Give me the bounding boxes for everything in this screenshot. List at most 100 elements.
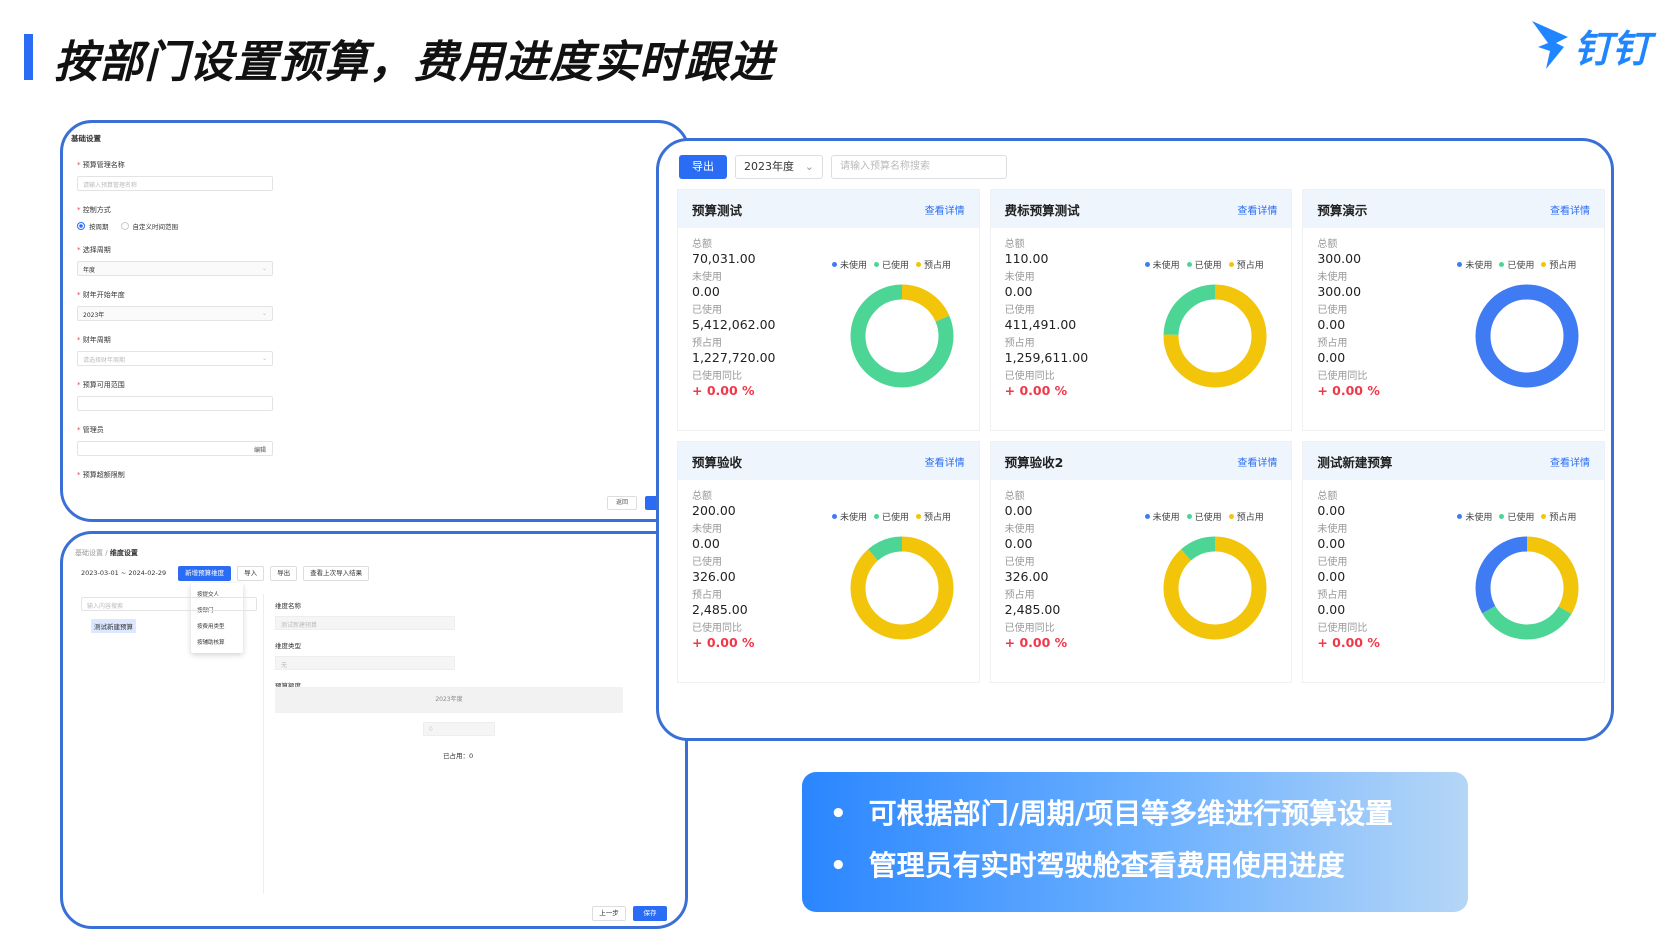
add-dimension-button[interactable]: 新增预算维度 bbox=[178, 566, 232, 581]
legend-label: 已使用 bbox=[1194, 261, 1222, 271]
total-value: 200.00 bbox=[692, 503, 736, 518]
fiscal-start-select[interactable]: 2023年 ⌄ bbox=[77, 306, 273, 321]
unused-value: 0.00 bbox=[1317, 536, 1346, 551]
tree-item[interactable]: 测试新建预算 bbox=[91, 619, 136, 633]
export-button[interactable]: 导出 bbox=[270, 566, 298, 581]
view-detail-link[interactable]: 查看详情 bbox=[925, 454, 965, 469]
total-value: 0.00 bbox=[1004, 503, 1033, 518]
yoy-label: 已使用同比 bbox=[1004, 623, 1055, 634]
view-detail-link[interactable]: 查看详情 bbox=[1237, 454, 1277, 469]
fiscal-start-value: 2023年 bbox=[83, 312, 105, 319]
radio-custom-range[interactable]: 自定义时间范围 bbox=[120, 221, 178, 231]
dropdown-item-auxiliary[interactable]: 按辅助核算 bbox=[191, 634, 243, 650]
budget-name-input[interactable]: 请输入预算管理名称 bbox=[77, 176, 273, 191]
yoy-label: 已使用同比 bbox=[692, 623, 742, 634]
dim-type-input[interactable]: 无 bbox=[275, 656, 455, 670]
legend-label: 未使用 bbox=[1152, 513, 1180, 523]
legend-unused: 未使用 bbox=[1457, 510, 1492, 523]
scope-label: 预算可用范围 bbox=[77, 380, 671, 390]
card-stats: 总额 110.00 未使用 0.00 已使用 411,491.00 预占用 1,… bbox=[1005, 238, 1089, 403]
admin-input[interactable]: 编辑 bbox=[77, 441, 273, 456]
budget-dashboard-panel: 导出 2023年度 ⌄ 请输入预算名称搜索 预算测试 查看详情 总额 70,031… bbox=[656, 138, 1614, 741]
fiscal-period-select[interactable]: 请选择财年周期 ⌄ bbox=[77, 351, 273, 366]
breadcrumb-parent[interactable]: 基础设置 bbox=[75, 549, 103, 557]
legend-dot-icon bbox=[1541, 262, 1547, 267]
logo-text: 钉钉 bbox=[1574, 26, 1651, 71]
unused-label: 未使用 bbox=[1004, 272, 1035, 283]
view-detail-link[interactable]: 查看详情 bbox=[925, 202, 965, 217]
legend-dot-icon bbox=[1499, 514, 1505, 519]
legend-reserved: 预占用 bbox=[1228, 510, 1264, 523]
card-title: 预算演示 bbox=[1317, 202, 1368, 218]
admin-label: 管理员 bbox=[77, 425, 671, 435]
donut-legend: 未使用 已使用 预占用 bbox=[832, 510, 951, 523]
legend-label: 预占用 bbox=[1549, 513, 1577, 523]
card-title: 预算测试 bbox=[692, 202, 743, 218]
legend-dot-icon bbox=[1541, 514, 1547, 519]
unused-value: 0.00 bbox=[692, 284, 720, 299]
card-header: 预算验收 查看详情 bbox=[678, 442, 979, 480]
save-button[interactable]: 保存 bbox=[633, 906, 667, 921]
legend-dot-icon bbox=[832, 262, 837, 267]
legend-label: 预占用 bbox=[1236, 513, 1264, 523]
scope-input[interactable] bbox=[77, 396, 273, 411]
legend-label: 未使用 bbox=[1465, 513, 1493, 523]
total-value: 300.00 bbox=[1317, 251, 1362, 266]
budget-card: 预算验收 查看详情 总额 200.00 未使用 0.00 已使用 326.00 … bbox=[677, 441, 980, 683]
legend-dot-icon bbox=[1186, 262, 1192, 267]
period-select[interactable]: 年度 ⌄ bbox=[77, 261, 273, 276]
legend-label: 预占用 bbox=[924, 261, 952, 271]
back-button[interactable]: 返回 bbox=[607, 496, 637, 510]
donut-slice-unused bbox=[1475, 284, 1579, 388]
legend-dot-icon bbox=[1457, 262, 1463, 267]
import-button[interactable]: 导入 bbox=[237, 566, 265, 581]
used-value: 5,412,062.00 bbox=[692, 317, 776, 332]
amount-input[interactable]: 0 bbox=[423, 722, 495, 736]
reserved-label: 预占用 bbox=[1004, 338, 1035, 349]
prev-step-button[interactable]: 上一步 bbox=[592, 906, 626, 921]
card-title: 预算验收2 bbox=[1004, 454, 1064, 470]
tree-search-input[interactable]: 输入内容搜索 bbox=[81, 597, 257, 611]
legend-unused: 未使用 bbox=[832, 258, 867, 271]
legend-dot-icon bbox=[916, 514, 922, 519]
dim-name-input[interactable]: 测试新建预算 bbox=[275, 616, 455, 630]
view-detail-link[interactable]: 查看详情 bbox=[1550, 454, 1590, 469]
reserved-value: 0.00 bbox=[1317, 602, 1346, 617]
view-last-import-button[interactable]: 查看上次导入结果 bbox=[303, 566, 370, 581]
unused-label: 未使用 bbox=[1004, 524, 1035, 535]
reserved-value: 2,485.00 bbox=[692, 602, 748, 617]
dimension-settings-panel: 基础设置 / 维度设置 2023-03-01 ~ 2024-02-29 新增预算… bbox=[60, 531, 688, 929]
used-label: 已使用 bbox=[1004, 305, 1035, 316]
budget-card: 费标预算测试 查看详情 总额 110.00 未使用 0.00 已使用 411,4… bbox=[989, 189, 1293, 431]
budget-card-grid: 预算测试 查看详情 总额 70,031.00 未使用 0.00 已使用 5,41… bbox=[677, 189, 1605, 683]
year-select[interactable]: 2023年度 ⌄ bbox=[735, 155, 823, 179]
radio-by-period[interactable]: 按周期 bbox=[77, 221, 109, 231]
legend-used: 已使用 bbox=[1186, 258, 1222, 271]
view-detail-link[interactable]: 查看详情 bbox=[1237, 202, 1277, 217]
total-value: 0.00 bbox=[1317, 503, 1346, 518]
dropdown-item-expense-type[interactable]: 按费用类型 bbox=[191, 618, 243, 634]
year-header: 2023年度 bbox=[275, 687, 623, 713]
used-label: 已使用 bbox=[1317, 557, 1348, 568]
view-detail-link[interactable]: 查看详情 bbox=[1550, 202, 1590, 217]
total-label: 总额 bbox=[692, 491, 712, 502]
legend-used: 已使用 bbox=[874, 510, 909, 523]
legend-reserved: 预占用 bbox=[1541, 258, 1576, 271]
card-header: 预算演示 查看详情 bbox=[1303, 190, 1604, 228]
title-accent-bar bbox=[24, 34, 33, 80]
fiscal-start-label: 财年开始年度 bbox=[77, 290, 671, 300]
admin-edit-button[interactable]: 编辑 bbox=[254, 445, 266, 454]
used-value: 411,491.00 bbox=[1004, 317, 1077, 332]
dimension-toolbar: 2023-03-01 ~ 2024-02-29 新增预算维度 导入 导出 查看上… bbox=[75, 566, 370, 581]
overspend-label: 预算超额限制 bbox=[77, 470, 671, 480]
budget-donut-chart bbox=[850, 536, 954, 640]
period-label: 选择周期 bbox=[77, 245, 671, 255]
budget-search-input[interactable]: 请输入预算名称搜索 bbox=[831, 155, 1007, 179]
date-range-picker[interactable]: 2023-03-01 ~ 2024-02-29 bbox=[75, 566, 172, 581]
budget-card: 测试新建预算 查看详情 总额 0.00 未使用 0.00 已使用 0.00 预占… bbox=[1302, 441, 1605, 683]
budget-donut-chart bbox=[850, 284, 954, 388]
radio-checked-icon bbox=[77, 222, 85, 230]
dashboard-export-button[interactable]: 导出 bbox=[679, 155, 727, 179]
chevron-down-icon: ⌄ bbox=[261, 355, 267, 362]
reserved-value: 1,259,611.00 bbox=[1004, 350, 1089, 365]
